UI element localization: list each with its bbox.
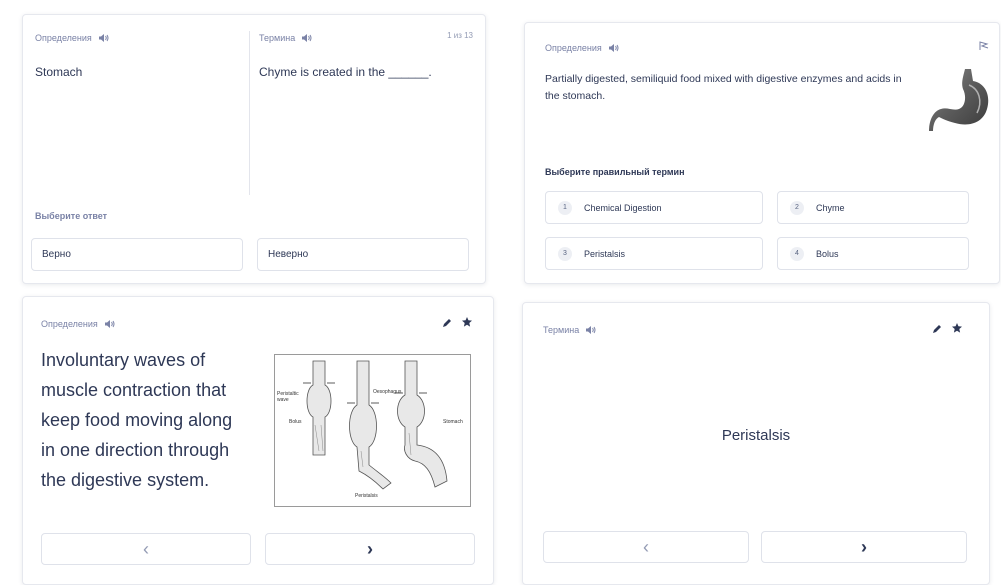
previous-button[interactable]: ‹ [543,531,749,563]
false-button[interactable]: Неверно [257,238,469,271]
choice-prompt: Выберите правильный термин [545,167,685,177]
question-counter: 1 из 13 [447,31,473,40]
definition-text: Involuntary waves of muscle contraction … [41,350,233,490]
chevron-left-icon: ‹ [643,536,649,557]
option-number: 1 [558,200,572,215]
label-stomach: Stomach [443,419,463,425]
option-label: Peristalsis [584,248,626,259]
label-bolus: Bolus [289,419,302,425]
answer-prompt: Выберите ответ [35,211,108,221]
flashcard-term: Термина Peristalsis ‹ › [522,302,990,585]
stomach-image [929,69,989,131]
speaker-icon[interactable] [585,325,597,335]
term-label: Термина [543,325,580,335]
definitions-label: Определения [35,33,92,43]
edit-icon[interactable] [931,323,943,335]
definitions-header: Определения [35,33,110,43]
next-button[interactable]: › [761,531,967,563]
false-button-label: Неверно [268,249,309,260]
definition-text: Stomach [35,65,83,79]
term-header: Термина [259,33,313,43]
definitions-header: Определения [545,43,620,53]
previous-button[interactable]: ‹ [41,533,251,565]
option-label: Chyme [816,202,845,213]
multiple-choice-card: Определения Partially digested, semiliqu… [524,22,1000,284]
term-header: Термина [543,325,597,335]
term-text: Peristalsis [721,427,791,444]
definitions-label: Определения [41,319,98,329]
definitions-label: Определения [545,43,602,53]
option-number: 3 [558,246,572,261]
option-bolus[interactable]: 4 Bolus [777,237,969,270]
chevron-right-icon: › [367,538,373,559]
option-chyme[interactable]: 2 Chyme [777,191,969,224]
chevron-left-icon: ‹ [143,538,149,559]
option-chemical-digestion[interactable]: 1 Chemical Digestion [545,191,763,224]
figure-caption: Peristalsis [355,493,378,499]
option-peristalsis[interactable]: 3 Peristalsis [545,237,763,270]
label-peristaltic-wave: Peristaltic wave [277,391,299,403]
star-icon[interactable] [461,316,473,328]
speaker-icon[interactable] [301,33,313,43]
label-oesophagus: Oesophagus [373,389,402,395]
edit-icon[interactable] [441,317,453,329]
term-label: Термина [259,33,296,43]
speaker-icon[interactable] [104,319,116,329]
option-label: Chemical Digestion [584,202,662,213]
option-number: 2 [790,200,804,215]
term-text: Chyme is created in the ______. [259,65,432,79]
option-label: Bolus [816,248,839,259]
definition-text: Partially digested, semiliquid food mixe… [545,73,902,102]
column-divider [249,31,250,195]
true-false-card: Определения Термина 1 из 13 Stomach Chym… [22,14,486,284]
definitions-header: Определения [41,319,116,329]
speaker-icon[interactable] [98,33,110,43]
speaker-icon[interactable] [608,43,620,53]
true-button[interactable]: Верно [31,238,243,271]
star-icon[interactable] [951,322,963,334]
peristalsis-figure: Peristaltic wave Bolus Oesophagus Stomac… [274,354,471,507]
next-button[interactable]: › [265,533,475,565]
flashcard-definition: Определения Involuntary waves of muscle … [22,296,494,585]
option-number: 4 [790,246,804,261]
chevron-right-icon: › [861,536,867,557]
flag-icon[interactable] [979,41,989,51]
true-button-label: Верно [42,249,71,260]
